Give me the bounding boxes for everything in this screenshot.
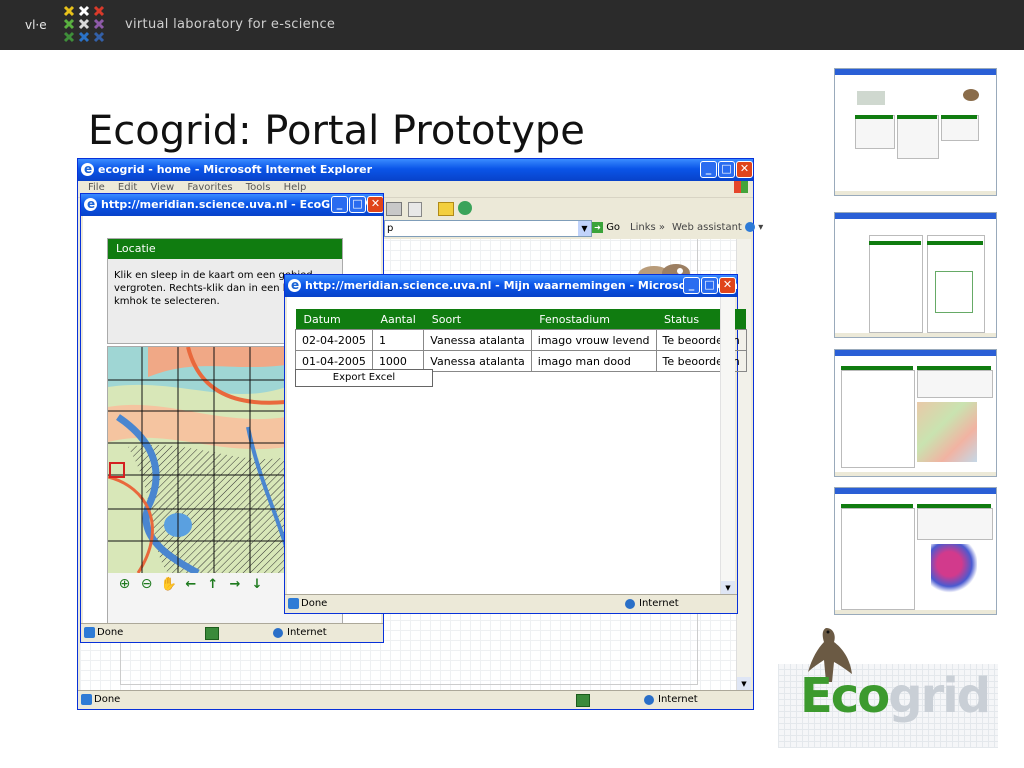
obs-status-bar: Done Internet	[285, 594, 737, 613]
arrow-up-icon[interactable]: ↑	[204, 576, 221, 593]
zoom-in-icon[interactable]: ⊕	[116, 576, 133, 593]
arrow-down-icon[interactable]: ↓	[249, 576, 266, 593]
tagline: virtual laboratory for e-science	[125, 17, 336, 32]
map-window-titlebar[interactable]: http://meridian.science.uva.nl - EcoGrid…	[81, 194, 383, 216]
obs-minimize-button[interactable]: _	[683, 277, 700, 294]
status-lock-icon	[576, 694, 590, 707]
map-toolbar: ⊕ ⊖ ✋ ← ↑ → ↓	[116, 573, 266, 593]
map-status-bar: Done Internet	[81, 623, 383, 642]
observations-window: http://meridian.science.uva.nl - Mijn wa…	[284, 274, 747, 614]
main-status-bar: Done Internet	[78, 690, 753, 709]
butterfly-icon	[963, 89, 979, 101]
maximize-button[interactable]: □	[718, 161, 735, 178]
status-page-icon	[288, 598, 299, 609]
zone-globe-icon	[273, 628, 283, 638]
globe-icon	[745, 222, 756, 232]
obs-close-button[interactable]: ✕	[719, 277, 736, 294]
go-arrow-icon: ➜	[592, 221, 603, 233]
ecogrid-logo: Ecogrid	[800, 668, 991, 724]
cell-aantal: 1	[371, 329, 425, 351]
col-soort[interactable]: Soort	[423, 309, 532, 330]
scroll-down-icon[interactable]: ▼	[737, 677, 751, 691]
col-datum[interactable]: Datum	[295, 309, 373, 330]
slide-title: Ecogrid: Portal Prototype	[88, 108, 585, 154]
arrow-right-icon[interactable]: →	[226, 576, 243, 593]
arrow-left-icon[interactable]: ←	[182, 576, 199, 593]
observations-table: Datum Aantal Soort Fenostadium Status 02…	[295, 309, 747, 372]
status-text: Done	[94, 694, 121, 705]
thumbnail-location[interactable]	[834, 349, 997, 477]
windows-flag-icon	[734, 181, 748, 193]
menu-file[interactable]: File	[88, 182, 105, 193]
cell-fenostadium: imago vrouw levend	[530, 329, 657, 351]
print-icon[interactable]	[386, 202, 402, 216]
cell-soort: Vanessa atalanta	[423, 329, 532, 351]
menu-tools[interactable]: Tools	[246, 182, 271, 193]
logo-grid: grid	[888, 668, 991, 724]
links-label[interactable]: Links »	[630, 220, 665, 236]
main-window-titlebar[interactable]: ecogrid - home - Microsoft Internet Expl…	[78, 159, 753, 181]
export-excel-button[interactable]: Export Excel	[295, 369, 433, 387]
chevron-down-icon: ▾	[758, 222, 764, 233]
obs-window-title: http://meridian.science.uva.nl - Mijn wa…	[305, 279, 737, 292]
go-button[interactable]: ➜ Go	[592, 220, 620, 236]
status-page-icon	[81, 694, 92, 705]
scroll-down-icon[interactable]: ▼	[721, 581, 735, 595]
edit-icon[interactable]	[408, 202, 422, 217]
folder-icon[interactable]	[438, 202, 454, 216]
pan-icon[interactable]: ✋	[160, 576, 177, 593]
zone-globe-icon	[625, 599, 635, 609]
address-dropdown-icon[interactable]: ▼	[578, 221, 591, 236]
thumbnail-entry[interactable]	[834, 212, 997, 338]
map-zone-text: Internet	[287, 627, 327, 638]
logo-eco: Eco	[800, 668, 890, 724]
menu-edit[interactable]: Edit	[118, 182, 137, 193]
address-input[interactable]: p ▼	[384, 220, 592, 237]
thumb-logo	[857, 91, 885, 105]
ie-icon	[288, 275, 301, 296]
cell-datum: 02-04-2005	[295, 329, 373, 351]
thumbnail-distribution[interactable]	[834, 487, 997, 615]
obs-window-titlebar[interactable]: http://meridian.science.uva.nl - Mijn wa…	[285, 275, 737, 297]
menu-favorites[interactable]: Favorites	[187, 182, 232, 193]
cell-soort: Vanessa atalanta	[423, 350, 532, 372]
zone-globe-icon	[644, 695, 654, 705]
zone-text: Internet	[658, 694, 698, 705]
status-page-icon	[84, 627, 95, 638]
map-close-button[interactable]: ✕	[367, 196, 383, 213]
netherlands-map-icon	[931, 544, 977, 594]
location-panel-title: Locatie	[108, 239, 342, 259]
map-minimize-button[interactable]: _	[331, 196, 348, 213]
ie-icon	[81, 159, 94, 180]
map-status-text: Done	[97, 627, 124, 638]
messenger-icon[interactable]	[458, 201, 472, 215]
menu-help[interactable]: Help	[284, 182, 307, 193]
map-maximize-button[interactable]: □	[349, 196, 366, 213]
minimize-button[interactable]: _	[700, 161, 717, 178]
col-fenostadium[interactable]: Fenostadium	[531, 309, 657, 330]
obs-maximize-button[interactable]: □	[701, 277, 718, 294]
menu-view[interactable]: View	[150, 182, 174, 193]
table-header-row: Datum Aantal Soort Fenostadium Status	[295, 309, 747, 330]
vle-logo-icon	[63, 5, 105, 43]
obs-status-text: Done	[301, 598, 328, 609]
brand-text: vl·e	[25, 18, 47, 32]
col-aantal[interactable]: Aantal	[372, 309, 424, 330]
obs-zone-text: Internet	[639, 598, 679, 609]
close-button[interactable]: ✕	[736, 161, 753, 178]
web-assistant-button[interactable]: Web assistant ▾	[672, 220, 763, 236]
ie-icon	[84, 194, 97, 215]
main-window-title: ecogrid - home - Microsoft Internet Expl…	[98, 163, 373, 176]
table-row[interactable]: 02-04-2005 1 Vanessa atalanta imago vrou…	[295, 329, 747, 351]
main-scrollbar[interactable]: ▼	[736, 239, 751, 691]
zoom-out-icon[interactable]: ⊖	[138, 576, 155, 593]
obs-page-content: Datum Aantal Soort Fenostadium Status 02…	[287, 297, 747, 595]
obs-scrollbar[interactable]: ▼	[720, 297, 735, 595]
cell-fenostadium: imago man dood	[530, 350, 657, 372]
thumbnail-home[interactable]	[834, 68, 997, 196]
topographic-map[interactable]	[108, 347, 286, 573]
header-bar: vl·e virtual laboratory for e-science	[0, 0, 1024, 50]
status-lock-icon	[205, 627, 219, 640]
